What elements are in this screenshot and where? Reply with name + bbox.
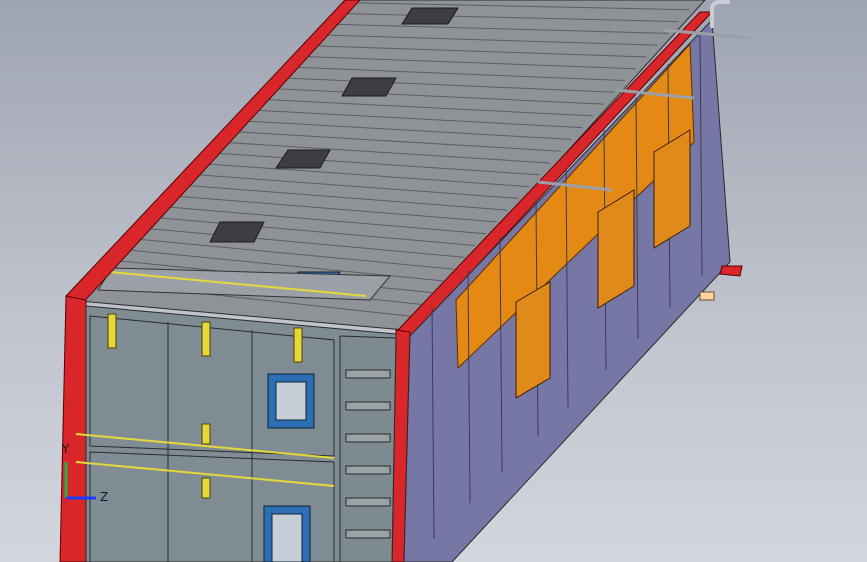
frame-front-post-left	[59, 295, 87, 562]
exhaust-pipe	[710, 0, 730, 28]
model-viewport[interactable]: Y Z	[0, 0, 867, 562]
side-step	[345, 465, 391, 475]
container-model[interactable]	[0, 0, 867, 562]
corner-fitting	[719, 265, 743, 277]
side-step	[345, 529, 391, 539]
side-step	[345, 497, 391, 507]
side-step	[345, 433, 391, 443]
side-connector	[699, 291, 715, 301]
triad-z-label: Z	[100, 490, 109, 504]
triad-y-label: Y	[62, 442, 70, 456]
side-step	[345, 369, 391, 379]
side-step	[345, 401, 391, 411]
